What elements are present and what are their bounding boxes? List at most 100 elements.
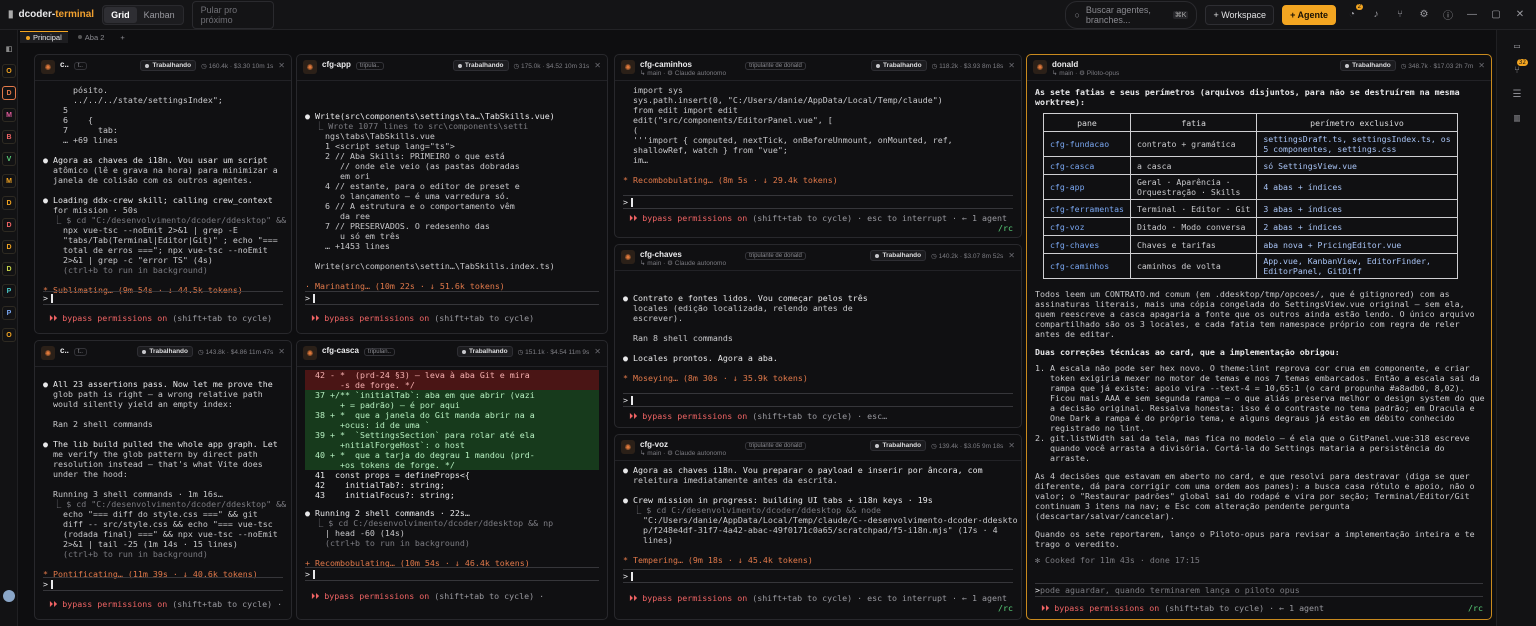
prompt-input[interactable]: > (43, 291, 283, 305)
rail-agent-4[interactable]: B (2, 130, 16, 144)
agent-avatar-icon: ✺ (621, 250, 635, 264)
transcript-line: Write(src\components\settin…\TabSkills.i… (305, 261, 555, 271)
maximize-icon[interactable]: ▢ (1488, 7, 1504, 23)
prompt-input[interactable]: > (623, 393, 1013, 407)
rail-agent-5[interactable]: V (2, 152, 16, 166)
agent-pane-3[interactable]: ✺ cfg-caminhos ↳ main · ⚙ Claude autonomo… (614, 54, 1022, 238)
table-cell: 2 abas + índices (1256, 217, 1458, 236)
git-branch-icon[interactable]: ⑂ 32 (1509, 59, 1528, 78)
pane-sub: ↳ main · ⚙ Claude autonomo (640, 70, 727, 77)
table-cell: a casca (1129, 156, 1258, 175)
sidebar-toggle-icon[interactable]: ◧ (2, 42, 16, 56)
close-window-icon[interactable]: ✕ (1512, 7, 1528, 23)
minimize-icon[interactable]: — (1464, 7, 1480, 23)
transcript-line: ● Crew mission in progress: building UI … (623, 495, 933, 505)
info-icon[interactable]: ⓘ (1440, 7, 1456, 23)
close-icon[interactable]: ✕ (1008, 61, 1015, 70)
view-kanban-button[interactable]: Kanban (137, 7, 182, 23)
transcript-line (43, 429, 283, 439)
prompt-input[interactable]: > (623, 569, 1013, 583)
transcript-line: Running 3 shell commands · 1m 16s… (43, 489, 223, 499)
status-badge: Trabalhando (137, 346, 193, 357)
status-badge: Trabalhando (456, 346, 513, 357)
transcript-line: * Moseying… (8m 30s · ↓ 35.9k tokens) (623, 373, 808, 383)
transcript-line: ⎿ Wrote 1077 lines to src\components\set… (305, 121, 529, 131)
stats-icon[interactable]: ▥ (1509, 110, 1525, 126)
close-icon[interactable]: ✕ (1008, 251, 1015, 260)
rail-agent-1[interactable]: O (2, 64, 16, 78)
agent-pane-4[interactable]: ✺ cfg-chaves ↳ main · ⚙ Claude autonomo t… (614, 244, 1022, 428)
rail-agent-13[interactable]: O (2, 328, 16, 342)
prompt-input[interactable]: > (43, 577, 283, 591)
tab-aba-2[interactable]: Aba 2 (72, 32, 111, 43)
prompt-placeholder: pode aguardar, quando terminarem lança o… (1040, 585, 1300, 595)
bypass-status: ⏵⏵ bypass permissions on (shift+tab to c… (311, 313, 535, 323)
transcript-line: Ran 8 shell commands (623, 333, 733, 343)
bell-icon[interactable]: ◔ 2 (1344, 3, 1363, 23)
search-input[interactable]: ○ Buscar agentes, branches... ⌘K (1065, 0, 1198, 29)
add-tab-button[interactable]: + (114, 32, 130, 43)
transcript-line: atômico (lê e grava na hora) para minimi… (43, 165, 278, 175)
agent-avatar-icon: ✺ (41, 346, 55, 360)
transcript-line: ⎿ $ cd C:/desenvolvimento/dcoder/ddeskto… (623, 505, 882, 515)
close-icon[interactable]: ✕ (278, 61, 285, 70)
agent-pane-5[interactable]: ✺ c.. t.. Trabalhando ◷ 143.8k · $4.86 1… (34, 340, 292, 620)
decisions-paragraph: As 4 decisões que estavam em aberto no c… (1035, 471, 1475, 521)
corrections-title: Duas correções técnicas ao card, que a i… (1035, 347, 1340, 357)
close-icon[interactable]: ✕ (594, 61, 601, 70)
table-cell: cfg-fundacao (1043, 131, 1131, 157)
agent-pane-7[interactable]: ✺ cfg-voz ↳ main · ⚙ Claude autonomo trip… (614, 434, 1022, 620)
transcript-line: im… (623, 155, 648, 165)
transcript-line: would silently yield an empty index: (43, 399, 233, 409)
rail-agent-8[interactable]: D (2, 218, 16, 232)
tab-principal[interactable]: Principal (20, 31, 68, 43)
agent-avatar-icon: ✺ (1033, 60, 1047, 74)
table-cell: só SettingsView.vue (1256, 156, 1458, 175)
agent-pane-6[interactable]: ✺ cfg-casca tripulan.. Trabalhando ◷ 151… (296, 340, 608, 620)
microphone-icon[interactable]: ♪ (1368, 7, 1384, 23)
close-icon[interactable]: ✕ (278, 347, 285, 356)
prompt-input[interactable]: > (623, 195, 1013, 209)
search-shortcut: ⌘K (1172, 10, 1189, 19)
rail-agent-3[interactable]: M (2, 108, 16, 122)
rail-agent-7[interactable]: D (2, 196, 16, 210)
transcript-line: 6 // A estrutura e o comportamento vêm (305, 201, 515, 211)
git-icon[interactable]: ⑂ (1392, 7, 1408, 23)
agent-pane-donald[interactable]: ✺ donald ↳ main · ⚙ Piloto-opus Trabalhan… (1026, 54, 1492, 620)
transcript-line: diff -- src/style.css && echo "=== vue-t… (43, 519, 273, 529)
folder-icon[interactable]: ▭ (1509, 38, 1525, 54)
table-cell: contrato + gramática (1129, 131, 1258, 157)
prompt-input[interactable]: > pode aguardar, quando terminarem lança… (1035, 583, 1483, 597)
transcript-line: … +1453 lines (305, 241, 390, 251)
prompt-input[interactable]: > (305, 567, 599, 581)
pane-name: cfg-voz (640, 440, 668, 449)
rail-agent-11[interactable]: P (2, 284, 16, 298)
jump-next-input[interactable]: Pular pro próximo (191, 0, 274, 29)
tab-dot-icon (77, 35, 82, 39)
close-icon[interactable]: ✕ (1478, 61, 1485, 70)
view-grid-button[interactable]: Grid (104, 6, 137, 23)
table-cell: cfg-ferramentas (1043, 199, 1131, 218)
transcript-line: 7 tab: (43, 125, 118, 135)
transcript-line: 2>&1 | tail -25 (1m 14s · 15 lines) (43, 539, 238, 549)
add-agent-button[interactable]: + Agente (1282, 4, 1336, 25)
pane-transcript: ● Agora as chaves i18n. Vou preparar o p… (615, 461, 1021, 569)
rail-agent-2[interactable]: D (2, 86, 16, 100)
diff-line: +nitialForgeHost`: o host (305, 440, 599, 450)
close-icon[interactable]: ✕ (1008, 441, 1015, 450)
prompt-input[interactable]: > (305, 291, 599, 305)
agent-pane-1[interactable]: ✺ c.. t.. Trabalhando ◷ 160.4k · $3.30 1… (34, 54, 292, 334)
pane-sub: ↳ main · ⚙ Piloto-opus (1052, 70, 1120, 77)
rail-agent-12[interactable]: P (2, 306, 16, 320)
rail-agent-6[interactable]: M (2, 174, 16, 188)
rail-agent-10[interactable]: D (2, 262, 16, 276)
close-icon[interactable]: ✕ (594, 347, 601, 356)
terminal-list-icon[interactable]: ☰ (1509, 86, 1525, 102)
transcript-line (43, 275, 283, 285)
user-avatar[interactable] (3, 590, 15, 602)
add-workspace-button[interactable]: + Workspace (1205, 4, 1275, 25)
agent-pane-2[interactable]: ✺ cfg-app tripula.. Trabalhando ◷ 175.0k… (296, 54, 608, 334)
gear-icon[interactable]: ⚙ (1416, 7, 1432, 23)
diff-line: 38 + * que a janela do Git manda abrir n… (305, 410, 599, 420)
rail-agent-9[interactable]: D (2, 240, 16, 254)
